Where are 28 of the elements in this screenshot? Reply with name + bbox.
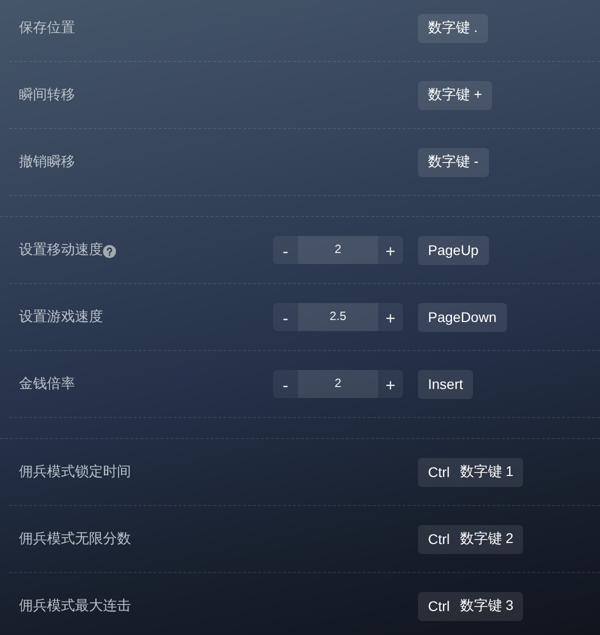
setting-label: 佣兵模式无限分数 bbox=[19, 530, 131, 548]
decrement-button[interactable]: - bbox=[273, 370, 298, 398]
hotkey-button[interactable]: Ctrl 数字键 2 bbox=[418, 524, 524, 554]
hotkey-button[interactable]: Ctrl 数字键 3 bbox=[418, 592, 524, 620]
setting-label: 撤销瞬移 bbox=[19, 153, 75, 171]
hotkey-button[interactable]: PageDown bbox=[418, 302, 506, 332]
setting-label: 佣兵模式最大连击 bbox=[19, 597, 131, 615]
setting-label: 设置游戏速度 bbox=[19, 308, 103, 326]
hotkey-button[interactable]: 数字键 - bbox=[418, 148, 489, 176]
value-field[interactable]: 2.5 bbox=[298, 303, 378, 331]
hotkey-button[interactable]: PageUp bbox=[418, 236, 489, 264]
hotkey-button[interactable]: 数字键 . bbox=[418, 14, 488, 42]
setting-label: 金钱倍率 bbox=[19, 375, 75, 393]
decrement-button[interactable]: - bbox=[273, 303, 298, 331]
hotkey-button[interactable]: 数字键 + bbox=[418, 80, 492, 110]
hotkey-button[interactable]: Insert bbox=[418, 370, 474, 398]
decrement-button[interactable]: - bbox=[273, 236, 298, 264]
setting-label: 设置移动速度 bbox=[19, 241, 103, 259]
setting-label: 佣兵模式锁定时间 bbox=[19, 463, 131, 481]
value-field[interactable]: 2 bbox=[298, 236, 378, 264]
help-icon[interactable] bbox=[103, 244, 116, 258]
increment-button[interactable]: + bbox=[378, 236, 403, 264]
increment-button[interactable]: + bbox=[378, 370, 403, 398]
hotkey-button[interactable]: Ctrl 数字键 1 bbox=[418, 458, 524, 486]
setting-label: 瞬间转移 bbox=[19, 86, 75, 104]
value-field[interactable]: 2 bbox=[298, 370, 378, 398]
setting-label: 保存位置 bbox=[19, 19, 75, 37]
increment-button[interactable]: + bbox=[378, 303, 403, 331]
